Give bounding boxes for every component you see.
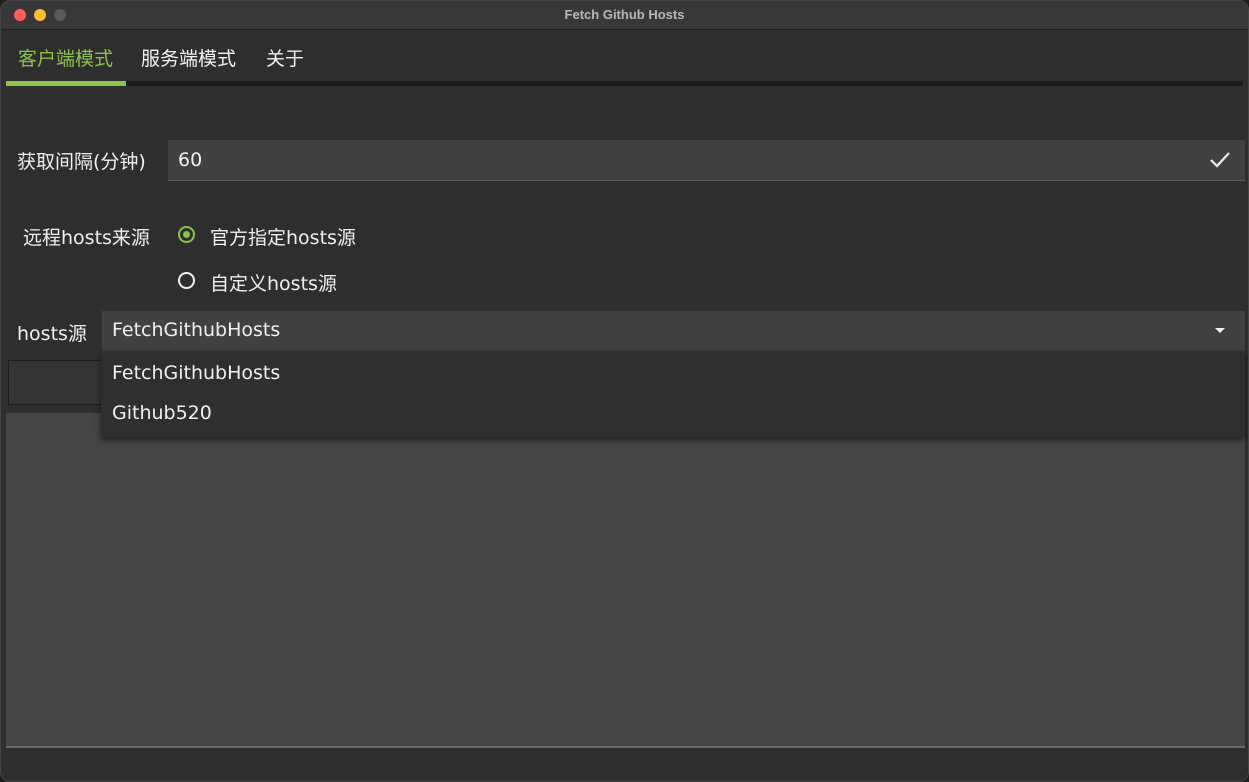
hosts-source-selected: FetchGithubHosts: [112, 319, 281, 341]
radio-official-source-label[interactable]: 官方指定hosts源: [210, 223, 356, 250]
dropdown-option-fetchgithubhosts[interactable]: FetchGithubHosts: [112, 362, 280, 384]
action-button[interactable]: [8, 360, 108, 405]
interval-value[interactable]: 60: [178, 149, 202, 171]
window-title: Fetch Github Hosts: [564, 7, 685, 22]
app-window: Fetch Github Hosts 客户端模式 服务端模式 关于 获取间隔(分…: [0, 0, 1249, 782]
interval-input[interactable]: 60: [168, 140, 1245, 181]
source-label: 远程hosts来源: [23, 227, 150, 249]
tab-server-mode[interactable]: 服务端模式: [141, 44, 236, 71]
check-icon[interactable]: [1209, 150, 1231, 170]
hosts-source-label: hosts源: [17, 323, 87, 345]
chevron-down-icon: [1215, 328, 1225, 333]
tab-bar: 客户端模式 服务端模式 关于: [1, 30, 1248, 86]
radio-custom-source[interactable]: [178, 272, 195, 289]
tab-underline-track: [6, 81, 1243, 86]
dropdown-option-github520[interactable]: Github520: [112, 402, 212, 424]
tab-client-mode[interactable]: 客户端模式: [18, 44, 113, 71]
tab-about[interactable]: 关于: [266, 44, 304, 71]
hosts-source-select[interactable]: FetchGithubHosts: [102, 311, 1245, 351]
active-tab-indicator: [6, 81, 126, 86]
title-bar: Fetch Github Hosts: [1, 1, 1248, 30]
log-output-area[interactable]: [6, 413, 1245, 748]
hosts-source-dropdown: FetchGithubHosts Github520: [101, 351, 1245, 437]
radio-official-source[interactable]: [178, 226, 195, 243]
interval-label: 获取间隔(分钟): [17, 151, 146, 173]
radio-custom-source-label[interactable]: 自定义hosts源: [210, 269, 337, 296]
